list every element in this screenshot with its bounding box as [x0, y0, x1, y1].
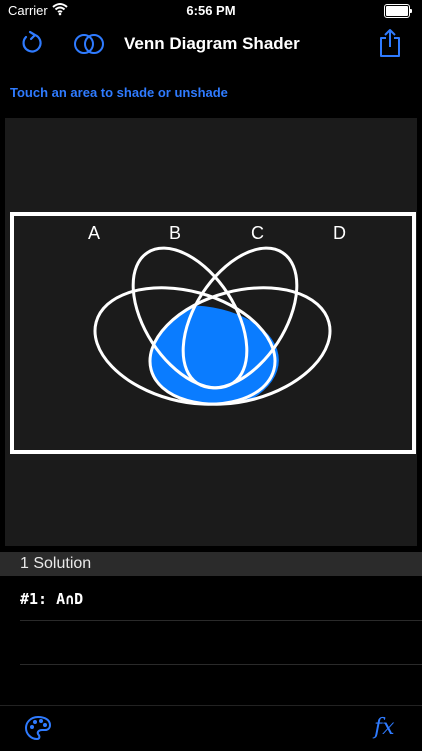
solutions-header: 1 Solution [0, 552, 422, 576]
share-icon[interactable] [378, 28, 402, 58]
refresh-icon[interactable] [20, 30, 44, 56]
venn-diagram[interactable] [90, 245, 335, 410]
clock: 6:56 PM [186, 3, 236, 18]
row-divider [20, 620, 422, 621]
set-label-c: C [251, 223, 264, 243]
solutions-count: 1 Solution [20, 555, 92, 572]
set-label-b: B [169, 223, 182, 243]
solutions-list: #1: A∩D [20, 590, 83, 608]
function-icon[interactable]: fx [372, 712, 404, 742]
status-bar: Carrier 6:56 PM [0, 0, 422, 22]
page-title: Venn Diagram Shader [124, 34, 300, 53]
palette-icon[interactable] [24, 715, 52, 741]
solution-item[interactable]: #1: A∩D [20, 590, 83, 608]
instruction-hint: Touch an area to shade or unshade [10, 85, 228, 100]
row-divider [20, 664, 422, 665]
venn-icon[interactable] [73, 32, 105, 56]
battery-icon [384, 4, 412, 18]
set-label-a: A [88, 223, 101, 243]
bottom-toolbar: fx [0, 705, 422, 751]
navigation-bar: Venn Diagram Shader [0, 22, 422, 66]
set-label-d: D [333, 223, 346, 243]
svg-text:fx: fx [372, 715, 395, 740]
